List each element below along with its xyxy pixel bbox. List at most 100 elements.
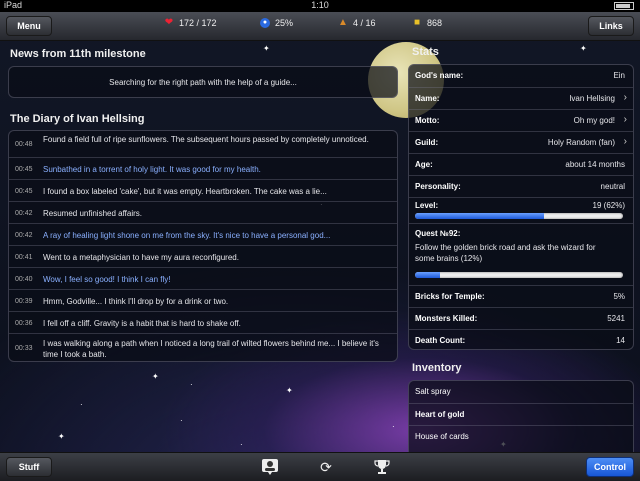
diary-entry-text: Wow, I feel so good! I think I can fly! (43, 275, 171, 284)
chevron-right-icon: › (623, 114, 627, 125)
diary-entry-text: Hmm, Godville... I think I'll drop by fo… (43, 297, 229, 306)
stat-row-motto[interactable]: Motto: Oh my god! › (409, 109, 633, 131)
inventory-title: Inventory (412, 362, 462, 374)
personality-label: Personality: (415, 182, 461, 191)
monsters-label: Monsters Killed: (415, 314, 478, 323)
motto-label: Motto: (415, 116, 440, 125)
stat-row-age: Age: about 14 months (409, 153, 633, 175)
health-value: 172 / 172 (179, 18, 217, 28)
diary-entry: 00:40 Wow, I feel so good! I think I can… (9, 267, 397, 289)
inventory-item[interactable]: House of cards (409, 425, 633, 447)
news-title: News from 11th milestone (10, 48, 146, 60)
stat-row-personality: Personality: neutral (409, 175, 633, 197)
diary-entry-time: 00:42 (15, 210, 33, 217)
diary-entry-text: I fell off a cliff. Gravity is a habit t… (43, 319, 241, 328)
diary-entry-time: 00:42 (15, 232, 33, 239)
diary-entry: 00:39 Hmm, Godville... I think I'll drop… (9, 289, 397, 311)
deaths-label: Death Count: (415, 336, 466, 345)
control-button[interactable]: Control (586, 457, 634, 477)
motto-value: Oh my god! (573, 116, 615, 125)
quest-label: Quest №92: (415, 229, 461, 238)
guild-value: Holy Random (fan) (547, 138, 615, 147)
diary-entry-time: 00:36 (15, 320, 33, 327)
diary-entry-text: I found a box labeled 'cake', but it was… (43, 187, 327, 196)
inventory-item[interactable]: Heart of gold (409, 403, 633, 425)
diary-entry-time: 00:41 (15, 254, 33, 261)
chevron-right-icon: › (623, 136, 627, 147)
profile-icon[interactable] (261, 458, 279, 476)
inventory-item-name: Heart of gold (415, 410, 465, 419)
age-label: Age: (415, 160, 433, 169)
godpower-stat: ● 25% (260, 18, 293, 28)
name-value: Ivan Hellsing (569, 94, 615, 103)
diary-entry-text: Found a field full of ripe sunflowers. T… (43, 135, 369, 144)
refresh-icon[interactable]: ⟳ (317, 458, 335, 476)
quest-text: Follow the golden brick road and ask the… (415, 243, 596, 263)
diary-entry-time: 00:48 (15, 141, 33, 148)
chevron-right-icon: › (623, 92, 627, 103)
trophy-icon[interactable] (373, 458, 391, 476)
stats-title: Stats (412, 46, 439, 58)
news-text: Searching for the right path with the he… (109, 78, 297, 87)
inventory-item-name: Salt spray (415, 387, 451, 396)
guild-label: Guild: (415, 138, 439, 147)
clock: 1:10 (311, 0, 329, 10)
diary-entry-text: I was walking along a path when I notice… (43, 339, 379, 359)
inventory-value: 4 / 16 (353, 18, 376, 28)
stats-panel: God's name: Ein Name: Ivan Hellsing › Mo… (408, 64, 634, 350)
inventory-item-name: House of cards (415, 432, 469, 441)
stat-row-bricks: Bricks for Temple: 5% (409, 285, 633, 307)
deaths-value: 14 (616, 336, 625, 345)
diary-entry-text: Resumed unfinished affairs. (43, 209, 143, 218)
level-label: Level: (415, 201, 439, 210)
name-label: Name: (415, 94, 440, 103)
stat-row-guild[interactable]: Guild: Holy Random (fan) › (409, 131, 633, 153)
inventory-item[interactable]: Salt spray (409, 381, 633, 403)
gold-icon: ■ (413, 17, 421, 28)
diary-entry: 00:45 I found a box labeled 'cake', but … (9, 179, 397, 201)
quest-progress-bar (415, 272, 623, 278)
diary-title: The Diary of Ivan Hellsing (10, 113, 145, 125)
diary-entry-time: 00:39 (15, 298, 33, 305)
gold-stat: ■ 868 (412, 17, 443, 29)
bricks-label: Bricks for Temple: (415, 292, 485, 301)
personality-value: neutral (600, 182, 625, 191)
diary-panel: 00:48 Found a field full of ripe sunflow… (8, 130, 398, 362)
stat-row-quest[interactable]: Quest №92: Follow the golden brick road … (409, 223, 633, 285)
godpower-value: 25% (275, 18, 294, 28)
bottom-toolbar: Stuff ⟳ Control (0, 452, 640, 481)
quest-progress-fill (415, 272, 440, 278)
diary-entry: 00:42 A ray of healing light shone on me… (9, 223, 397, 245)
stat-row-level: Level: 19 (62%) (409, 197, 633, 223)
power-icon: ● (260, 18, 270, 28)
stat-row-monsters: Monsters Killed: 5241 (409, 307, 633, 329)
monsters-value: 5241 (607, 314, 625, 323)
diary-entry-time: 00:45 (15, 166, 33, 173)
diary-entry-text: A ray of healing light shone on me from … (43, 231, 331, 240)
top-bar: Menu ❤ 172 / 172 ● 25% ▲ 4 / 16 ■ 868 Li… (0, 12, 640, 41)
diary-entry: 00:36 I fell off a cliff. Gravity is a h… (9, 311, 397, 333)
bricks-value: 5% (613, 292, 625, 301)
level-progress-fill (415, 213, 544, 219)
menu-button[interactable]: Menu (6, 16, 52, 36)
diary-entry-text: Sunbathed in a torrent of holy light. It… (43, 165, 261, 174)
heart-icon: ❤ (164, 17, 174, 28)
stat-row-name[interactable]: Name: Ivan Hellsing › (409, 87, 633, 109)
gods-name-label: God's name: (415, 71, 464, 80)
gods-name-value: Ein (613, 71, 625, 80)
gold-value: 868 (427, 18, 443, 28)
inventory-stat: ▲ 4 / 16 (338, 18, 376, 29)
diary-entry-time: 00:40 (15, 276, 33, 283)
health-stat: ❤ 172 / 172 (164, 17, 217, 29)
links-button[interactable]: Links (588, 16, 634, 36)
inventory-panel: Salt spray Heart of gold House of cards (408, 380, 634, 452)
diary-entry-time: 00:33 (15, 345, 33, 352)
level-value: 19 (62%) (592, 201, 625, 210)
diary-entry: 00:41 Went to a metaphysician to have my… (9, 245, 397, 267)
diary-entry: 00:42 Resumed unfinished affairs. (9, 201, 397, 223)
diary-entry: 00:48 Found a field full of ripe sunflow… (9, 131, 397, 157)
diary-entry-text: Went to a metaphysician to have my aura … (43, 253, 239, 262)
diary-entry-time: 00:45 (15, 188, 33, 195)
level-progress-bar (415, 213, 623, 219)
stuff-button[interactable]: Stuff (6, 457, 52, 477)
